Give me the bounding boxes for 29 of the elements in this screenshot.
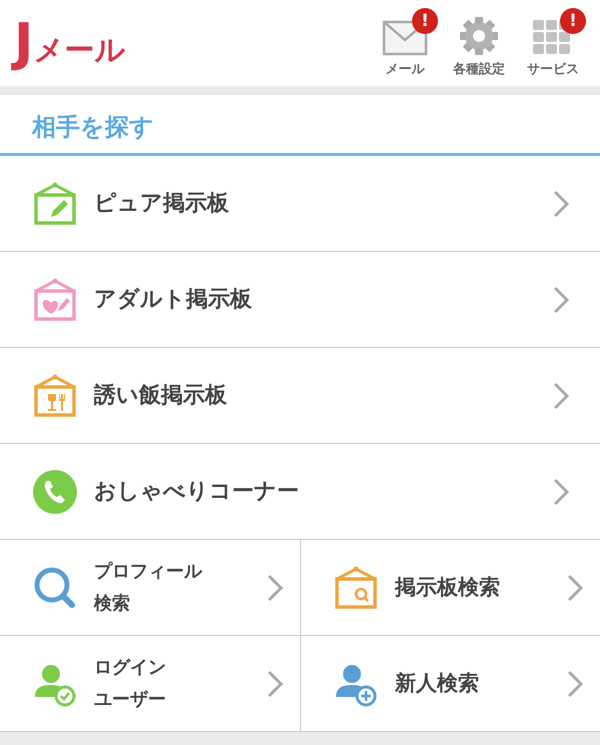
menu-item[interactable]: おしゃべりコーナー bbox=[0, 444, 600, 540]
chevron-icon bbox=[566, 668, 584, 698]
phone-icon bbox=[32, 468, 78, 514]
menu-tile[interactable]: プロフィール 検索 bbox=[0, 540, 301, 636]
board-food-icon bbox=[32, 374, 78, 418]
menu-item[interactable]: 誘い飯掲示板 bbox=[0, 348, 600, 444]
action-label[interactable]: メール bbox=[386, 60, 424, 80]
action-label[interactable]: 各種設定 bbox=[453, 60, 505, 80]
section-title: 相手を探す bbox=[0, 95, 600, 156]
menu-item[interactable]: アダルト掲示板 bbox=[0, 252, 600, 348]
menu-tile[interactable]: ログイン ユーザー bbox=[0, 636, 301, 732]
chevron-icon bbox=[266, 668, 284, 698]
search-icon bbox=[32, 564, 78, 610]
alert-badge: ! bbox=[412, 8, 438, 34]
chevron-icon bbox=[266, 572, 284, 602]
chevron-icon bbox=[552, 380, 570, 410]
board-search-icon bbox=[333, 566, 379, 610]
board-heart-icon bbox=[32, 278, 78, 322]
chevron-icon bbox=[552, 188, 570, 218]
chevron-icon bbox=[552, 476, 570, 506]
alert-badge: ! bbox=[560, 8, 586, 34]
action-label[interactable]: サービス bbox=[527, 60, 579, 80]
menu-tile[interactable]: 新人検索 bbox=[301, 636, 600, 732]
chevron-icon bbox=[552, 284, 570, 314]
menu-item[interactable]: ピュア掲示板 bbox=[0, 156, 600, 252]
chevron-icon bbox=[566, 572, 584, 602]
menu-tile[interactable]: 掲示板検索 bbox=[301, 540, 600, 636]
board-pencil-icon bbox=[32, 182, 78, 226]
logo[interactable]: J メール bbox=[10, 10, 130, 76]
